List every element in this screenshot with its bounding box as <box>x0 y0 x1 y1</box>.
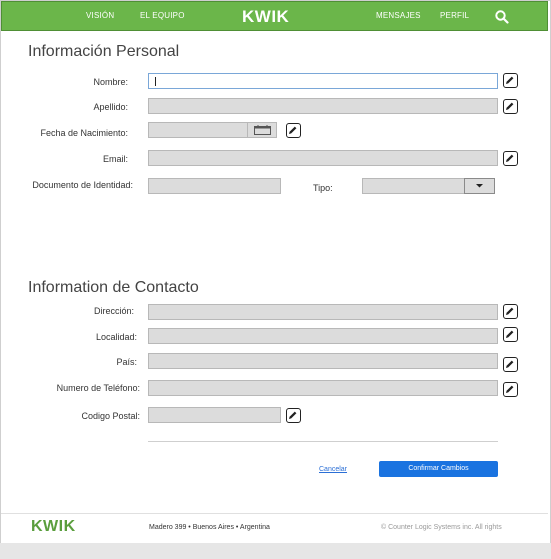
pencil-icon <box>506 307 514 315</box>
city-input[interactable] <box>148 328 498 344</box>
edit-postal-code-button[interactable] <box>286 408 301 423</box>
first-name-label: Nombre: <box>93 77 128 87</box>
confirm-changes-button[interactable]: Confirmar Cambios <box>379 461 498 477</box>
birth-date-input[interactable] <box>148 122 248 138</box>
nav-link-messages[interactable]: MENSAJES <box>376 11 421 20</box>
edit-address-button[interactable] <box>503 304 518 319</box>
footer: KWIK Madero 399 • Buenos Aires • Argenti… <box>1 513 548 542</box>
address-input[interactable] <box>148 304 498 320</box>
footer-address: Madero 399 • Buenos Aires • Argentina <box>149 524 270 531</box>
id-document-input[interactable] <box>148 178 281 194</box>
text-caret <box>155 77 156 87</box>
cancel-link[interactable]: Cancelar <box>319 466 347 473</box>
contact-info-title: Information de Contacto <box>28 279 199 296</box>
nav-brand-logo[interactable]: KWIK <box>242 7 289 27</box>
pencil-icon <box>289 126 297 134</box>
last-name-label: Apellido: <box>93 102 128 112</box>
nav-link-vision[interactable]: VISIÓN <box>86 11 114 20</box>
pencil-icon <box>506 385 514 393</box>
nav-link-profile[interactable]: PERFIL <box>440 11 469 20</box>
footer-copyright: © Counter Logic Systems inc. All rights <box>381 524 502 531</box>
country-label: País: <box>116 357 137 367</box>
edit-last-name-button[interactable] <box>503 99 518 114</box>
personal-info-title: Información Personal <box>28 43 180 60</box>
edit-country-button[interactable] <box>503 357 518 372</box>
phone-input[interactable] <box>148 380 498 396</box>
bottom-strip <box>0 543 551 559</box>
search-icon[interactable] <box>494 9 510 25</box>
type-dropdown-button[interactable] <box>464 178 495 194</box>
pencil-icon <box>506 360 514 368</box>
edit-city-button[interactable] <box>503 327 518 342</box>
type-label: Tipo: <box>313 183 333 193</box>
edit-first-name-button[interactable] <box>503 73 518 88</box>
postal-code-label: Codigo Postal: <box>81 411 140 421</box>
edit-phone-button[interactable] <box>503 382 518 397</box>
footer-brand-logo[interactable]: KWIK <box>31 518 76 536</box>
country-input[interactable] <box>148 353 498 369</box>
pencil-icon <box>506 102 514 110</box>
pencil-icon <box>289 411 297 419</box>
address-label: Dirección: <box>93 306 134 316</box>
id-document-label: Documento de Identidad: <box>32 180 133 190</box>
email-label: Email: <box>102 154 128 164</box>
email-input[interactable] <box>148 150 498 166</box>
pencil-icon <box>506 330 514 338</box>
edit-birth-date-button[interactable] <box>286 123 301 138</box>
first-name-input[interactable] <box>148 73 498 89</box>
pencil-icon <box>506 154 514 162</box>
postal-code-input[interactable] <box>148 407 281 423</box>
phone-label: Numero de Teléfono: <box>56 383 140 393</box>
birth-date-label: Fecha de Nacimiento: <box>40 128 128 138</box>
top-nav: VISIÓN EL EQUIPO KWIK MENSAJES PERFIL <box>1 1 548 31</box>
calendar-icon[interactable] <box>247 122 277 138</box>
form-divider <box>148 441 498 442</box>
edit-email-button[interactable] <box>503 151 518 166</box>
type-select[interactable] <box>362 178 465 194</box>
nav-link-team[interactable]: EL EQUIPO <box>140 11 185 20</box>
last-name-input[interactable] <box>148 98 498 114</box>
city-label: Localidad: <box>95 332 137 342</box>
chevron-down-icon <box>476 184 483 188</box>
pencil-icon <box>506 76 514 84</box>
